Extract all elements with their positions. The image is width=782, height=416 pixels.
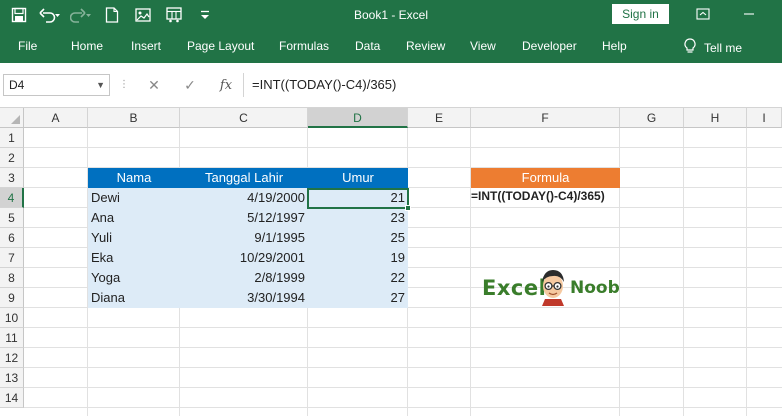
title-bar: Book1 - Excel Sign in — [0, 0, 782, 30]
tab-view[interactable]: View — [470, 39, 496, 53]
column-header[interactable]: I — [747, 108, 782, 128]
table-cell[interactable]: 22 — [308, 268, 408, 288]
resize-handle-icon[interactable]: ⋮ — [119, 79, 129, 90]
table-cell[interactable]: Diana — [88, 288, 180, 308]
column-header[interactable]: E — [408, 108, 471, 128]
table-cell[interactable]: 25 — [308, 228, 408, 248]
name-box[interactable]: D4 ▼ — [3, 74, 110, 96]
lightbulb-icon — [684, 38, 704, 57]
table-cell[interactable]: Yoga — [88, 268, 180, 288]
row-header[interactable]: 7 — [0, 248, 24, 268]
active-cell-selection[interactable] — [307, 188, 409, 209]
insert-function-button[interactable]: fx — [215, 75, 237, 95]
minimize-icon[interactable] — [738, 3, 760, 25]
row-header[interactable]: 11 — [0, 328, 24, 348]
column-header-selected[interactable]: D — [308, 108, 408, 128]
row-header[interactable]: 3 — [0, 168, 24, 188]
enter-icon[interactable]: ✓ — [179, 75, 201, 95]
column-header[interactable]: F — [471, 108, 620, 128]
row-header-selected[interactable]: 4 — [0, 188, 24, 208]
table-cell[interactable]: 9/1/1995 — [180, 228, 308, 248]
table-cell[interactable]: Dewi — [88, 188, 180, 208]
table-cell[interactable]: 23 — [308, 208, 408, 228]
divider — [746, 128, 747, 416]
formula-display-text[interactable]: =INT((TODAY()-C4)/365) — [471, 189, 605, 203]
row-header[interactable]: 12 — [0, 348, 24, 368]
table-header-umur[interactable]: Umur — [308, 168, 408, 188]
tab-review[interactable]: Review — [406, 39, 445, 53]
formula-header[interactable]: Formula — [471, 168, 620, 188]
fill-handle[interactable] — [405, 205, 411, 211]
cancel-icon[interactable]: ✕ — [143, 75, 165, 95]
table-header-nama[interactable]: Nama — [88, 168, 180, 188]
table-cell[interactable]: Yuli — [88, 228, 180, 248]
sign-in-button[interactable]: Sign in — [612, 4, 669, 24]
column-header[interactable]: H — [684, 108, 747, 128]
chevron-down-icon[interactable]: ▼ — [96, 75, 105, 95]
table-cell[interactable]: 4/19/2000 — [180, 188, 308, 208]
tab-page-layout[interactable]: Page Layout — [187, 39, 254, 53]
row-header[interactable]: 13 — [0, 368, 24, 388]
ribbon-tabs: File Home Insert Page Layout Formulas Da… — [0, 30, 782, 63]
logo-word-noob: Noob — [570, 278, 620, 298]
tab-formulas[interactable]: Formulas — [279, 39, 329, 53]
tab-insert[interactable]: Insert — [131, 39, 161, 53]
tab-home[interactable]: Home — [71, 39, 103, 53]
row-header[interactable]: 9 — [0, 288, 24, 308]
column-header[interactable]: G — [620, 108, 684, 128]
tell-me-search[interactable]: Tell me — [684, 38, 742, 57]
table-cell[interactable]: 10/29/2001 — [180, 248, 308, 268]
table-cell[interactable]: Eka — [88, 248, 180, 268]
divider — [683, 128, 684, 416]
divider — [243, 73, 244, 97]
row-header[interactable]: 14 — [0, 388, 24, 408]
row-header[interactable]: 5 — [0, 208, 24, 228]
table-cell[interactable]: 19 — [308, 248, 408, 268]
logo-face-icon — [538, 266, 568, 309]
row-header[interactable]: 8 — [0, 268, 24, 288]
table-cell[interactable]: Ana — [88, 208, 180, 228]
tell-me-label: Tell me — [704, 40, 743, 55]
logo-word-excel: Excel — [482, 276, 547, 300]
table-cell[interactable]: 5/12/1997 — [180, 208, 308, 228]
select-all-button[interactable] — [0, 108, 24, 128]
table-header-tanggal-lahir[interactable]: Tanggal Lahir — [180, 168, 308, 188]
row-header[interactable]: 1 — [0, 128, 24, 148]
tab-data[interactable]: Data — [355, 39, 380, 53]
name-box-value: D4 — [9, 78, 25, 92]
tab-developer[interactable]: Developer — [522, 39, 577, 53]
table-cell[interactable]: 2/8/1999 — [180, 268, 308, 288]
ribbon-display-icon[interactable] — [692, 3, 714, 25]
table-cell[interactable]: 3/30/1994 — [180, 288, 308, 308]
excel-noob-logo: Excel Noob — [480, 264, 620, 310]
formula-bar: D4 ▼ ⋮ ✕ ✓ fx =INT((TODAY()-C4)/365) — [0, 63, 782, 108]
row-header[interactable]: 2 — [0, 148, 24, 168]
column-header[interactable]: B — [88, 108, 180, 128]
tab-help[interactable]: Help — [602, 39, 627, 53]
column-header[interactable]: A — [24, 108, 88, 128]
row-header[interactable]: 6 — [0, 228, 24, 248]
row-header[interactable]: 10 — [0, 308, 24, 328]
table-cell[interactable]: 27 — [308, 288, 408, 308]
column-header[interactable]: C — [180, 108, 308, 128]
tab-file[interactable]: File — [18, 39, 37, 53]
formula-input[interactable]: =INT((TODAY()-C4)/365) — [252, 74, 780, 96]
